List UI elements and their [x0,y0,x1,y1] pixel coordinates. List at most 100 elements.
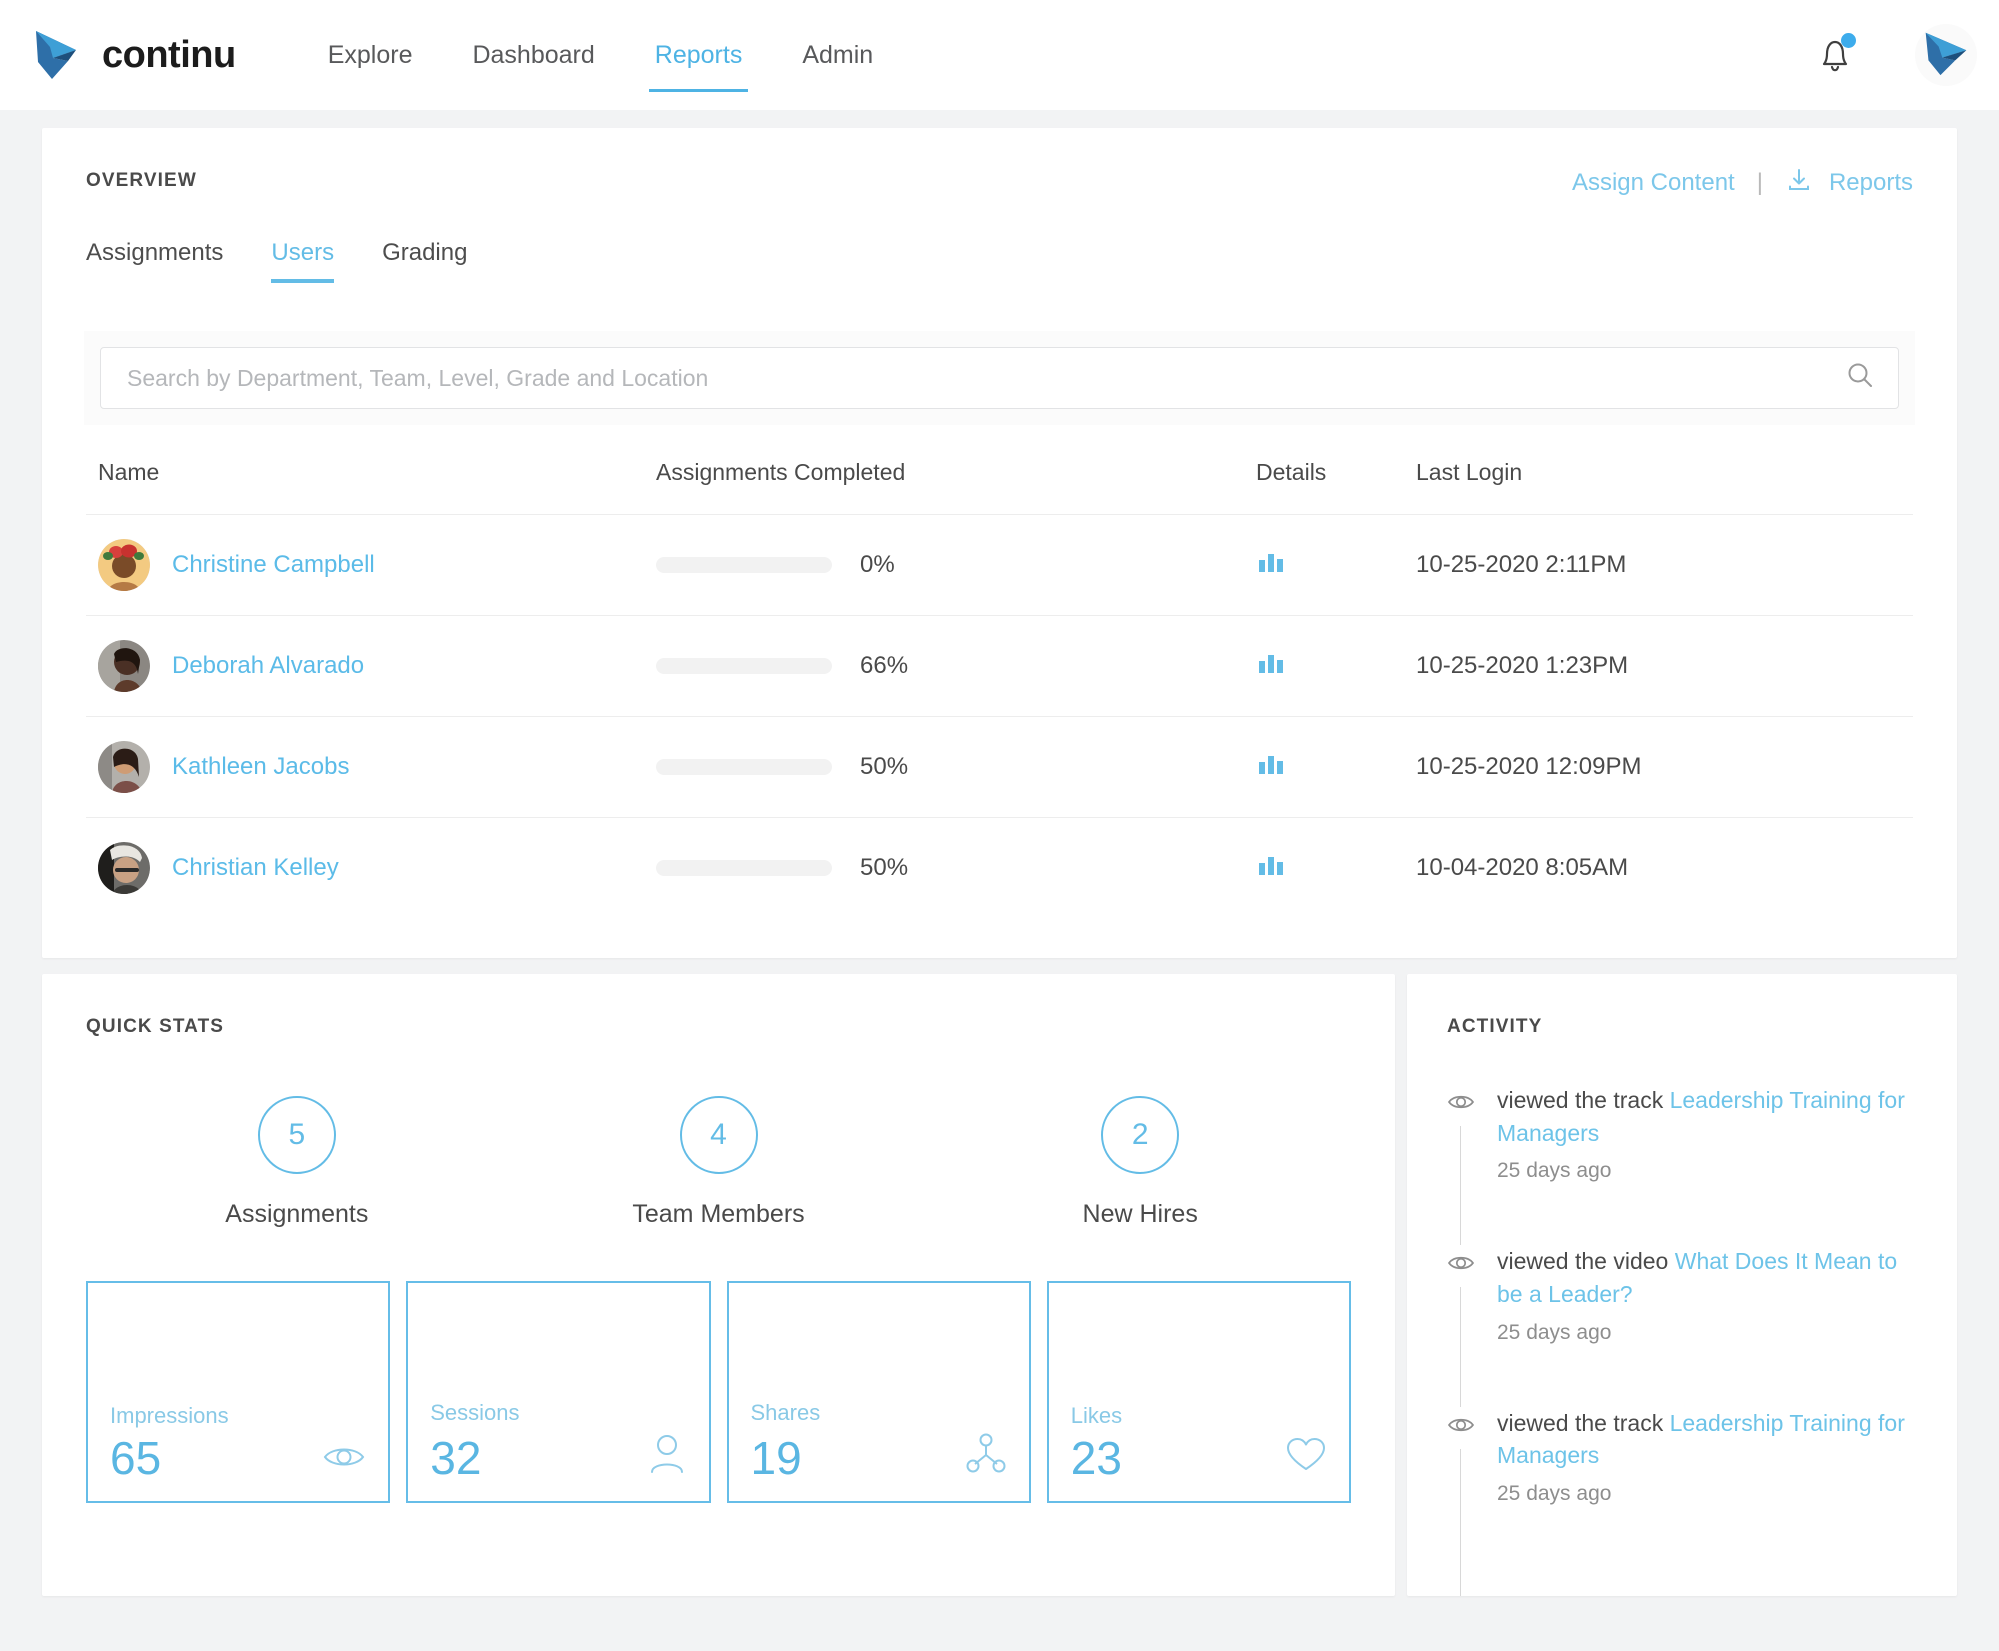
activity-prefix: viewed the video [1497,1248,1675,1275]
heart-icon [1285,1436,1327,1479]
cell-assignments-completed: 0% [656,515,1256,616]
notifications-button[interactable] [1815,33,1856,77]
stat-box-label: Likes [1070,1403,1123,1428]
action-divider: | [1756,168,1763,196]
bar-chart-icon[interactable] [1256,550,1286,581]
table-row[interactable]: Deborah Alvarado 66% 10-25-2020 1:23PM [86,615,1913,717]
users-table-body: Christine Campbell 0% 10-25-2020 2:11PM … [86,514,1913,919]
nav-right-actions [1815,24,1977,86]
activity-card: ACTIVITY viewed the track Leadership Tra… [1407,974,1957,1596]
table-row[interactable]: Christian Kelley 50% 10-04-2020 8:05AM [86,817,1913,919]
search-input[interactable] [127,364,1844,392]
stat-box-likes: Likes 23 [1046,1281,1351,1503]
timeline-rail [1460,1287,1461,1407]
column-header-name: Name [98,459,160,485]
stat-box-value: 19 [750,1432,802,1484]
overview-actions: Assign Content | Reports [1572,166,1913,199]
users-table-head: Name Assignments Completed Details Last … [86,459,1913,515]
nav-link-dashboard[interactable]: Dashboard [442,0,624,110]
cell-details [1256,515,1416,616]
progress-percent: 50% [860,753,909,780]
stat-circle-label: New Hires [1082,1200,1198,1228]
download-icon [1785,166,1813,199]
user-name-link[interactable]: Deborah Alvarado [172,652,364,680]
nav-link-explore[interactable]: Explore [298,0,443,110]
overview-card: OVERVIEW Assign Content | Reports Assign… [42,128,1957,958]
last-login-value: 10-25-2020 12:09PM [1416,753,1642,780]
brand-name: continu [102,33,236,76]
stat-circle-value: 4 [679,1096,758,1174]
cell-name: Christine Campbell [86,515,656,616]
cell-last-login: 10-25-2020 1:23PM [1416,616,1913,717]
list-item[interactable]: viewed the track Leadership Training for… [1447,1407,1917,1596]
stat-assignments: 5 Assignments [86,1096,508,1229]
column-header-details: Details [1256,459,1327,485]
progress-percent: 66% [860,652,909,679]
stat-box-value: 65 [110,1432,162,1484]
user-name-link[interactable]: Christian Kelley [172,854,339,882]
quick-stats-card: QUICK STATS 5 Assignments 4 Team Members… [42,974,1395,1596]
progress-percent: 0% [860,551,895,578]
quick-stats-title: QUICK STATS [86,1016,225,1037]
top-navigation-bar: continu Explore Dashboard Reports Admin [0,0,1999,110]
assign-content-button[interactable]: Assign Content [1572,169,1735,197]
avatar[interactable] [1915,24,1977,86]
table-row[interactable]: Kathleen Jacobs 50% 10-25-2020 12:09PM [86,716,1913,818]
eye-icon [322,1440,366,1479]
progress-bar [656,557,832,573]
progress-bar [656,860,832,876]
eye-icon [1447,1251,1475,1407]
user-avatar-icon [1920,29,1972,82]
table-row[interactable]: Christine Campbell 0% 10-25-2020 2:11PM [86,514,1913,616]
primary-nav: Explore Dashboard Reports Admin [298,0,904,110]
reports-download-button[interactable]: Reports [1785,166,1913,199]
brand-logo[interactable]: continu [32,29,236,81]
activity-text: viewed the track Leadership Training for… [1497,1084,1917,1149]
user-name-link[interactable]: Christine Campbell [172,551,375,579]
nav-link-admin[interactable]: Admin [772,0,903,110]
cell-name: Christian Kelley [86,818,656,919]
tab-grading[interactable]: Grading [382,239,467,283]
bottom-row: QUICK STATS 5 Assignments 4 Team Members… [42,974,1957,1596]
stat-boxes: Impressions 65 Sessions 32 Shares 19 Lik… [86,1281,1351,1503]
cell-name: Kathleen Jacobs [86,717,656,818]
person-icon [647,1432,687,1479]
page-content: OVERVIEW Assign Content | Reports Assign… [0,110,1999,1596]
activity-text: viewed the track Leadership Training for… [1497,1407,1917,1472]
stat-box-impressions: Impressions 65 [86,1281,391,1503]
bar-chart-icon[interactable] [1256,752,1286,783]
cell-last-login: 10-25-2020 2:11PM [1416,515,1913,616]
last-login-value: 10-25-2020 1:23PM [1416,652,1629,679]
timeline-rail [1460,1126,1461,1246]
avatar [98,741,150,793]
search-icon[interactable] [1844,360,1876,397]
avatar [98,539,150,591]
user-name-link[interactable]: Kathleen Jacobs [172,753,349,781]
activity-prefix: viewed the track [1497,1409,1670,1436]
activity-list: viewed the track Leadership Training for… [1447,1084,1917,1596]
stat-box-value: 32 [430,1432,482,1484]
cell-assignments-completed: 50% [656,717,1256,818]
continu-chevron-logo-icon [32,29,88,81]
tab-assignments[interactable]: Assignments [86,239,223,283]
tab-users[interactable]: Users [271,239,334,283]
avatar [98,842,150,894]
search-band [84,331,1915,425]
progress-bar [656,759,832,775]
activity-text: viewed the video What Does It Mean to be… [1497,1245,1917,1310]
list-item[interactable]: viewed the video What Does It Mean to be… [1447,1245,1917,1407]
cell-assignments-completed: 66% [656,616,1256,717]
cell-name: Deborah Alvarado [86,616,656,717]
stat-box-label: Sessions [430,1400,520,1425]
stat-box-sessions: Sessions 32 [406,1281,711,1503]
nav-link-reports[interactable]: Reports [625,0,773,110]
list-item[interactable]: viewed the track Leadership Training for… [1447,1084,1917,1246]
activity-title: ACTIVITY [1447,1016,1543,1037]
cell-details [1256,818,1416,919]
search-box[interactable] [100,347,1899,409]
bar-chart-icon[interactable] [1256,853,1286,884]
stat-circle-value: 2 [1101,1096,1180,1174]
last-login-value: 10-25-2020 2:11PM [1416,551,1627,578]
stat-box-label: Impressions [110,1403,229,1428]
bar-chart-icon[interactable] [1256,651,1286,682]
